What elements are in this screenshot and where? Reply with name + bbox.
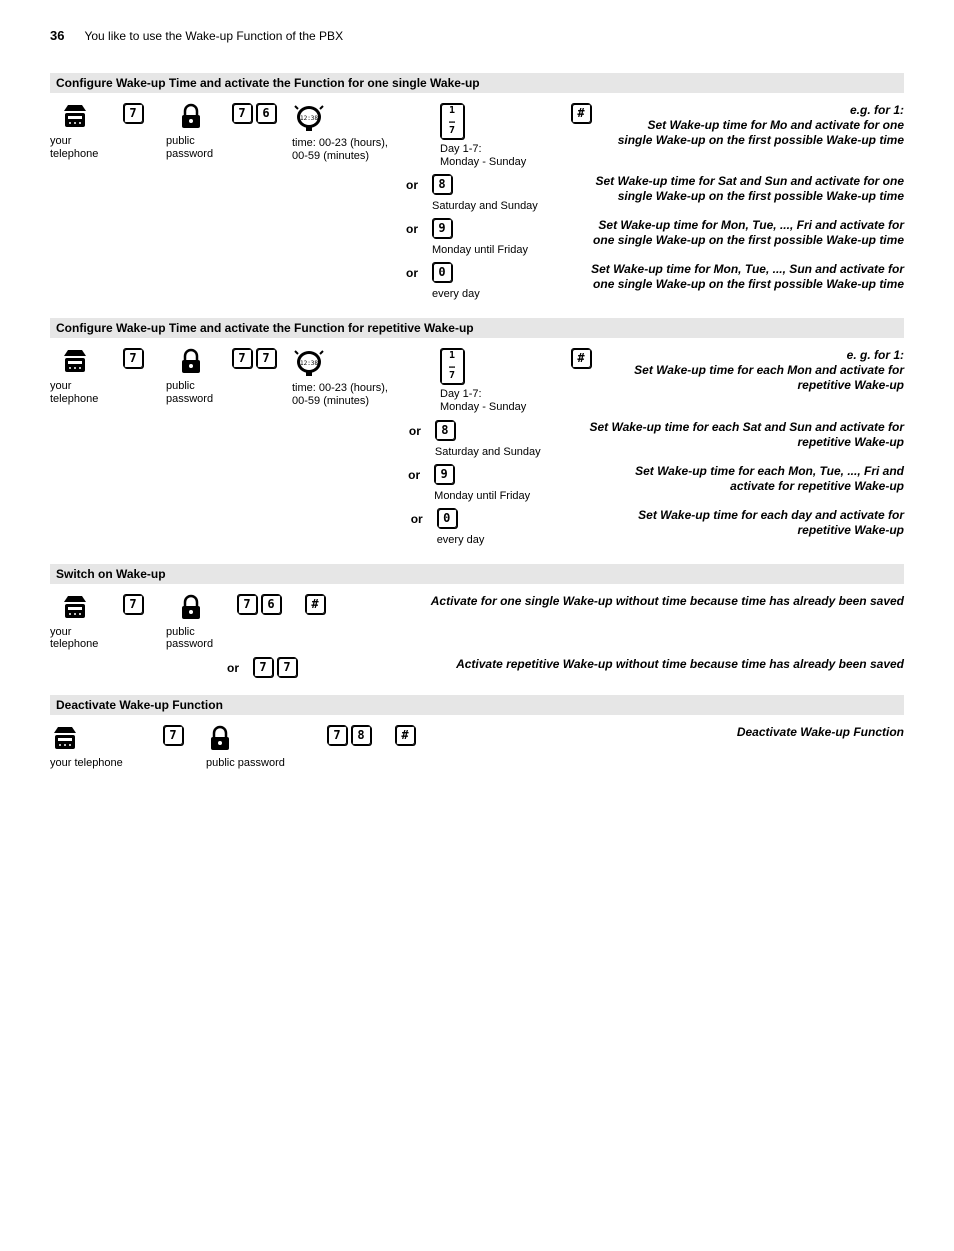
key-hash: # [571, 103, 591, 123]
public-password-col: public password [166, 348, 216, 405]
section1-desc8: Set Wake-up time for Sat and Sun and act… [586, 174, 904, 204]
svg-text:12:38: 12:38 [300, 360, 318, 367]
key: 7 [277, 657, 297, 677]
telephone-icon [60, 594, 90, 622]
key: 6 [256, 103, 276, 123]
key-7: 7 [123, 103, 143, 123]
section2-or8: or 8 Saturday and Sunday Set Wake-up tim… [50, 420, 904, 458]
init-key-col: 7 [118, 103, 148, 123]
section1-or0: or 0 every day Set Wake-up time for Mon,… [50, 262, 904, 300]
key: 7 [327, 725, 347, 745]
key: 7 [232, 103, 252, 123]
lock-icon [177, 348, 205, 376]
time-label: time: 00-23 (hours), 00-59 (minutes) [292, 137, 388, 162]
key: 6 [261, 594, 281, 614]
section4-row: your telephone 7 public password 7 8 # D… [50, 725, 904, 770]
your-telephone-col: your telephone [50, 348, 100, 405]
key-stack: 1 … 7 [440, 348, 464, 384]
section4-title: Deactivate Wake-up Function [50, 695, 904, 715]
section2-desc0: Set Wake-up time for each day and activa… [591, 508, 904, 538]
telephone-icon [50, 725, 80, 753]
section1-title: Configure Wake-up Time and activate the … [50, 73, 904, 93]
your-telephone-col: your telephone [50, 103, 100, 160]
section4-desc: Deactivate Wake-up Function [737, 725, 904, 740]
public-password-col: public password [166, 103, 216, 160]
key: 7 [256, 348, 276, 368]
lock-icon [177, 103, 205, 131]
or-label: or [406, 262, 418, 280]
section1-desc1: e.g. for 1: Set Wake-up time for Mo and … [612, 103, 904, 148]
day-label: Day 1-7: Monday - Sunday [440, 143, 526, 168]
section2-or0: or 0 every day Set Wake-up time for each… [50, 508, 904, 546]
key: 9 [432, 218, 452, 238]
key: 9 [434, 464, 454, 484]
page-title: You like to use the Wake-up Function of … [84, 29, 343, 43]
key-7: 7 [163, 725, 183, 745]
time-col: 12:38 time: 00-23 (hours), 00-59 (minute… [292, 103, 422, 162]
key-hash: # [395, 725, 415, 745]
public-password-label: public password [166, 135, 216, 160]
clock-icon: 12:38 [292, 103, 326, 133]
key-hash: # [571, 348, 591, 368]
section3-desc76: Activate for one single Wake-up without … [431, 594, 904, 609]
monFri-label: Monday until Friday [432, 244, 528, 256]
code-keys-col: 7 6 [234, 103, 274, 123]
key: 8 [351, 725, 371, 745]
page-number: 36 [50, 28, 64, 43]
hash-col: # [568, 103, 594, 123]
section1-or8: or 8 Saturday and Sunday Set Wake-up tim… [50, 174, 904, 212]
telephone-icon [60, 103, 90, 131]
section2-title: Configure Wake-up Time and activate the … [50, 318, 904, 338]
page-header: 36 You like to use the Wake-up Function … [50, 28, 904, 43]
key: 0 [432, 262, 452, 282]
section1-desc9: Set Wake-up time for Mon, Tue, ..., Fri … [586, 218, 904, 248]
key-7: 7 [123, 348, 143, 368]
section3-or77: or 7 7 Activate repetitive Wake-up witho… [50, 657, 904, 677]
satSun-label: Saturday and Sunday [432, 200, 538, 212]
section1-or9: or 9 Monday until Friday Set Wake-up tim… [50, 218, 904, 256]
or-label: or [406, 174, 418, 192]
svg-text:12:38: 12:38 [300, 115, 318, 122]
key: 8 [432, 174, 452, 194]
day-col: 1 … 7 Day 1-7: Monday - Sunday [440, 103, 550, 168]
section2-desc8: Set Wake-up time for each Sat and Sun an… [589, 420, 904, 450]
lock-icon [177, 594, 205, 622]
key: 7 [232, 348, 252, 368]
telephone-icon [60, 348, 90, 376]
your-telephone-label: your telephone [50, 135, 100, 160]
key: 0 [437, 508, 457, 528]
section3-row: your telephone 7 public password 7 6 # A… [50, 594, 904, 651]
key-7: 7 [123, 594, 143, 614]
section3-title: Switch on Wake-up [50, 564, 904, 584]
section1-row: your telephone 7 public password 7 6 12:… [50, 103, 904, 168]
section2-desc1: e. g. for 1: Set Wake-up time for each M… [612, 348, 904, 393]
key: 8 [435, 420, 455, 440]
key-hash: # [305, 594, 325, 614]
key-stack: 1 … 7 [440, 103, 464, 139]
section3-desc77: Activate repetitive Wake-up without time… [456, 657, 904, 672]
or-label: or [406, 218, 418, 236]
clock-icon: 12:38 [292, 348, 326, 378]
section1-desc0: Set Wake-up time for Mon, Tue, ..., Sun … [586, 262, 904, 292]
key: 7 [253, 657, 273, 677]
section2-desc9: Set Wake-up time for each Mon, Tue, ...,… [588, 464, 904, 494]
key: 7 [237, 594, 257, 614]
everyDay-label: every day [432, 288, 480, 300]
lock-icon [206, 725, 234, 753]
section2-row: your telephone 7 public password 7 7 12:… [50, 348, 904, 413]
section2-or9: or 9 Monday until Friday Set Wake-up tim… [50, 464, 904, 502]
